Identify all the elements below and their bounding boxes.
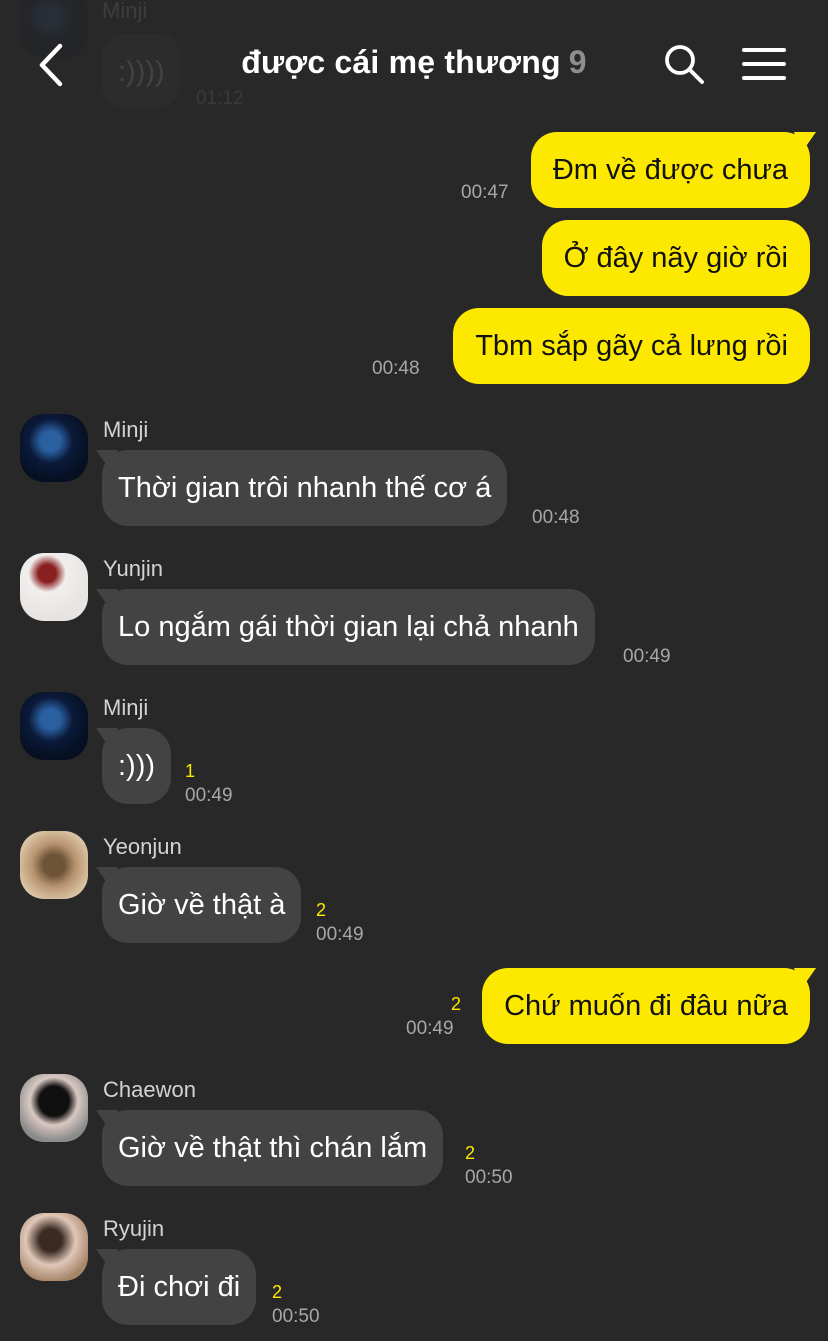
message-time: 00:49 (406, 1018, 454, 1039)
message-bubble[interactable]: Giờ về thật à (102, 867, 302, 943)
unread-count: 1 (185, 761, 196, 781)
sender-name: Chaewon (103, 1077, 196, 1102)
unread-count: 2 (272, 1282, 283, 1302)
message-bubble[interactable]: Giờ về thật thì chán lắm (102, 1110, 444, 1186)
unread-count: 2 (451, 994, 462, 1014)
sender-name: Minji (103, 695, 149, 720)
message-time: 00:49 (185, 785, 233, 806)
message-bubble[interactable]: Thời gian trôi nhanh thế cơ á (102, 450, 508, 526)
chat-name: được cái mẹ thương (241, 44, 561, 80)
chat-screen: Minji :)))) 01:12 được cái mẹ thương 9 0… (0, 0, 828, 1341)
my-message-bubble[interactable]: Ở đây nãy giờ rồi (541, 220, 810, 296)
message-time: 00:50 (272, 1306, 320, 1327)
search-icon (665, 45, 704, 84)
message-time: 00:50 (465, 1167, 513, 1188)
message-bubble[interactable]: :))) (102, 728, 172, 804)
avatar[interactable] (20, 692, 88, 760)
menu-icon (742, 48, 786, 80)
message-time: 00:48 (372, 358, 420, 379)
search-button[interactable] (660, 40, 708, 88)
avatar[interactable] (20, 831, 88, 899)
message-time: 00:49 (316, 924, 364, 945)
message-bubble[interactable]: Lo ngắm gái thời gian lại chả nhanh (102, 589, 595, 665)
message-bubble[interactable]: Đi chơi đi (102, 1249, 257, 1325)
message-time: 00:49 (623, 646, 671, 667)
sender-name: Minji (103, 417, 149, 442)
sender-name: Yunjin (103, 556, 163, 581)
unread-count: 2 (465, 1143, 476, 1163)
sender-name: Ryujin (103, 1216, 165, 1241)
sender-name: Yeonjun (103, 834, 182, 859)
avatar[interactable] (20, 414, 88, 482)
member-count: 9 (568, 44, 587, 80)
unread-count: 2 (316, 900, 327, 920)
message-time: 00:47 (461, 182, 509, 203)
avatar[interactable] (20, 1074, 88, 1142)
my-message-bubble[interactable]: Chứ muốn đi đâu nữa (482, 968, 810, 1044)
avatar[interactable] (20, 1213, 88, 1281)
my-message-bubble[interactable]: Đm về được chưa (530, 132, 810, 208)
my-message-bubble[interactable]: Tbm sắp gãy cả lưng rồi (453, 308, 810, 384)
chat-header: được cái mẹ thương 9 (0, 0, 828, 128)
message-time: 00:48 (532, 507, 580, 528)
menu-button[interactable] (740, 42, 788, 86)
avatar[interactable] (20, 553, 88, 621)
